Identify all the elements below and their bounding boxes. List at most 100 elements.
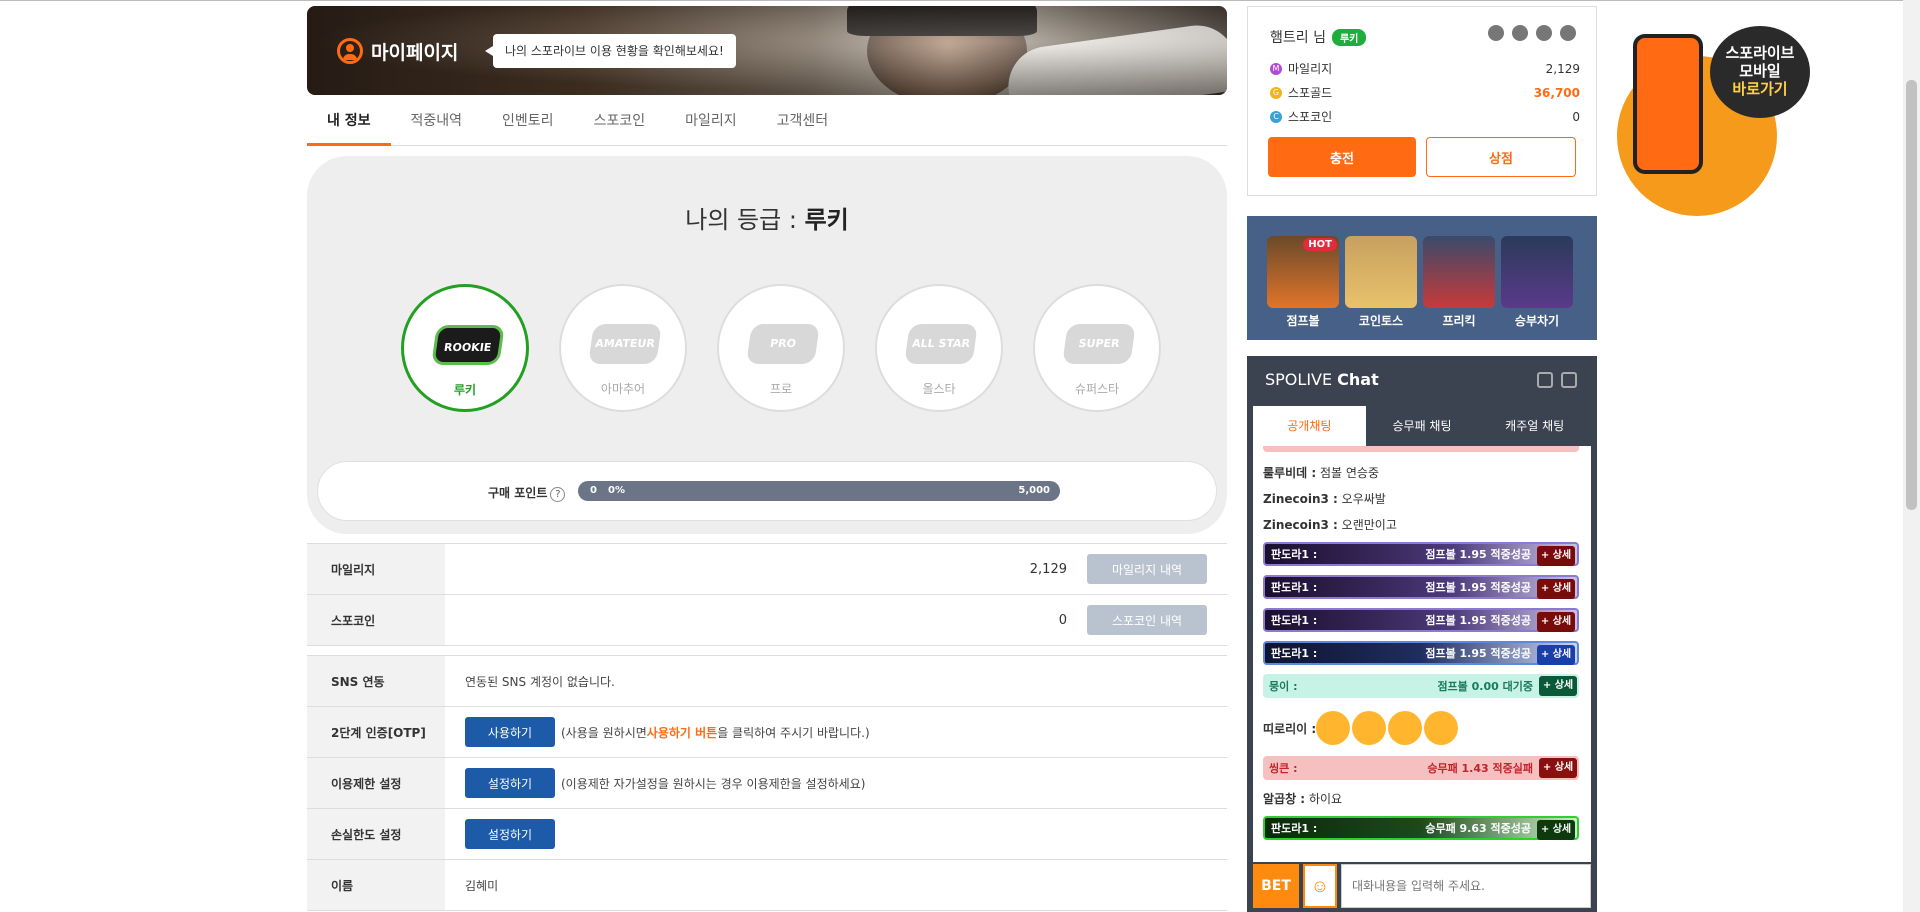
tab-customer-center[interactable]: 고객센터 [757, 104, 849, 146]
grade-value: 루키 [804, 206, 849, 234]
shop-button[interactable]: 상점 [1426, 137, 1576, 177]
rookie-emblem-icon: ROOKIE [431, 325, 505, 365]
list-item: Zinecoin3 : 오랜만이고 [1263, 518, 1397, 532]
list-item: Zinecoin3 : 오우싸발 [1263, 492, 1386, 506]
game-freekick[interactable]: 프리킥 [1423, 236, 1495, 329]
user-name-value: 김혜미 [465, 878, 499, 893]
list-item: 띠로리이 : [1263, 708, 1579, 748]
user-panel: 햄트리 님 루키 M 마일리지 2,129 G 스포골드 36,700 C 스포코인 0 충전… [1247, 6, 1597, 196]
tab-my-info[interactable]: 내 정보 [307, 104, 391, 146]
freekick-thumbnail [1423, 236, 1495, 308]
list-item: 알곱창 : 하이요 [1263, 792, 1343, 806]
spogold-icon: G [1270, 86, 1282, 99]
chat-input[interactable] [1341, 864, 1591, 908]
list-item: 룰루비데 : 점볼 연승중 [1263, 466, 1379, 480]
tab-public-chat[interactable]: 공개채팅 [1253, 406, 1366, 446]
grade-title: 나의 등급 : 루키 [685, 206, 849, 234]
bet-button[interactable]: BET [1253, 864, 1299, 908]
sns-status: 연동된 SNS 계정이 없습니다. [465, 674, 615, 689]
otp-use-button[interactable]: 사용하기 [465, 717, 555, 747]
bet-message: 판도라1 : 승무패 9.63 적중성공 + 상세 [1263, 816, 1579, 840]
level-amateur: AMATEUR 아마추어 [544, 284, 702, 412]
expand-icon[interactable] [1561, 372, 1577, 388]
table-row: 마일리지 2,129 마일리지 내역 [307, 544, 1227, 595]
table-row: 스포코인 0 스포코인 내역 [307, 595, 1227, 646]
hot-badge: HOT [1303, 238, 1337, 251]
spocoin-value: 0 [1058, 612, 1067, 628]
tab-spocoin[interactable]: 스포코인 [574, 104, 666, 146]
loss-limit-button[interactable]: 설정하기 [465, 819, 555, 849]
logout-icon[interactable] [1560, 25, 1576, 41]
game-penalty[interactable]: 승부차기 [1501, 236, 1573, 329]
table-row: 이름 김혜미 [307, 860, 1227, 911]
cointoss-thumbnail [1345, 236, 1417, 308]
mileage-icon: M [1270, 62, 1282, 75]
crying-emoji-icon [1424, 711, 1459, 745]
detail-button[interactable]: + 상세 [1539, 758, 1577, 778]
level-rookie: ROOKIE 루키 [386, 284, 544, 412]
bet-message: 뭉이 : 점프볼 0.00 대기중 + 상세 [1263, 674, 1579, 698]
page: 마이페이지 나의 스포라이브 이용 현황을 확인해보세요! 내 정보 적중내역 … [0, 0, 1920, 912]
points-label: 구매 포인트 [488, 486, 548, 500]
gear-icon[interactable] [1537, 372, 1553, 388]
table-row: 이용제한 설정 설정하기 (이용제한 자가설정을 원하시는 경우 이용제한을 설정… [307, 758, 1227, 809]
chat-messages[interactable]: 룰루비데 : 점볼 연승중 Zinecoin3 : 오우싸발 Zinecoin3… [1253, 446, 1591, 862]
game-cointoss[interactable]: 코인토스 [1345, 236, 1417, 329]
detail-button[interactable]: + 상세 [1537, 645, 1575, 665]
table-row: SNS 연동 연동된 SNS 계정이 없습니다. [307, 656, 1227, 707]
spocoin-history-button[interactable]: 스포코인 내역 [1087, 605, 1207, 635]
amateur-emblem-icon: AMATEUR [588, 324, 662, 364]
grade-badge: 루키 [1331, 29, 1367, 46]
table-row: 2단계 인증[OTP] 사용하기 (사용을 원하시면 사용하기 버튼 을 클릭하여 … [307, 707, 1227, 758]
mini-games: HOT 점프볼 코인토스 프리킥 승부차기 [1247, 216, 1597, 340]
mobile-promo-banner[interactable]: 스포라이브 모바일 바로가기 [1615, 26, 1815, 216]
jumpball-thumbnail: HOT [1267, 236, 1339, 308]
charge-button[interactable]: 충전 [1268, 137, 1416, 177]
grade-panel: 나의 등급 : 루키 ROOKIE 루키 AMATEUR 아마추어 PRO 프로 AL… [307, 156, 1227, 534]
emoji-button-icon[interactable]: ☺ [1303, 864, 1337, 908]
gear-icon[interactable] [1536, 25, 1552, 41]
tab-hit-history[interactable]: 적중내역 [391, 104, 483, 146]
mypage-banner: 마이페이지 나의 스포라이브 이용 현황을 확인해보세요! [307, 6, 1227, 95]
crying-emoji-icon [1352, 711, 1387, 745]
banner-tooltip: 나의 스포라이브 이용 현황을 확인해보세요! [485, 34, 736, 68]
detail-button[interactable]: + 상세 [1539, 676, 1577, 696]
level-allstar: ALL STAR 올스타 [860, 284, 1018, 412]
bet-message: 씽큰 : 승무패 1.43 적중실패 + 상세 [1263, 756, 1579, 780]
usage-limit-button[interactable]: 설정하기 [465, 768, 555, 798]
balance-table: 마일리지 2,129 마일리지 내역 스포코인 0 스포코인 내역 [307, 543, 1227, 646]
points-progress-bar: 0 0% 5,000 [578, 481, 1060, 501]
page-title: 마이페이지 [371, 42, 459, 64]
scrollbar-thumb[interactable] [1906, 80, 1917, 510]
profile-icon[interactable] [1488, 25, 1504, 41]
chat-panel: SPOLIVE Chat 공개채팅 승무패 채팅 캐주얼 채팅 룰루비데 : 점… [1247, 356, 1597, 912]
top-border [0, 0, 1920, 1]
tab-casual-chat[interactable]: 캐주얼 채팅 [1478, 406, 1591, 446]
detail-button[interactable]: + 상세 [1537, 820, 1575, 840]
tab-mileage[interactable]: 마일리지 [665, 104, 757, 146]
tab-winloss-chat[interactable]: 승무패 채팅 [1366, 406, 1479, 446]
chat-tabs: 공개채팅 승무패 채팅 캐주얼 채팅 [1253, 406, 1591, 446]
grade-levels: ROOKIE 루키 AMATEUR 아마추어 PRO 프로 ALL STAR 올스타 S… [386, 284, 1176, 412]
tab-inventory[interactable]: 인벤토리 [482, 104, 574, 146]
user-icon [337, 38, 363, 64]
game-jumpball[interactable]: HOT 점프볼 [1267, 236, 1339, 329]
crying-emoji-icon [1388, 711, 1423, 745]
page-scrollbar[interactable] [1903, 0, 1920, 912]
allstar-emblem-icon: ALL STAR [904, 324, 978, 364]
purchase-points: 구매 포인트? 0 0% 5,000 [317, 461, 1217, 521]
detail-button[interactable]: + 상세 [1537, 612, 1575, 632]
medal-icon[interactable] [1512, 25, 1528, 41]
detail-button[interactable]: + 상세 [1537, 579, 1575, 599]
superstar-emblem-icon: SUPER STAR [1062, 324, 1136, 390]
bet-message: 판도라1 : 점프볼 1.95 적중성공 + 상세 [1263, 608, 1579, 632]
spocoin-icon: C [1270, 110, 1282, 123]
points-percent: 0% [608, 485, 625, 496]
mileage-value: 2,129 [1029, 561, 1067, 577]
user-spogold: 36,700 [1533, 85, 1580, 100]
detail-button[interactable]: + 상세 [1537, 546, 1575, 566]
table-row: 손실한도 설정 설정하기 [307, 809, 1227, 860]
help-icon[interactable]: ? [550, 487, 566, 502]
level-pro: PRO 프로 [702, 284, 860, 412]
mileage-history-button[interactable]: 마일리지 내역 [1087, 554, 1207, 584]
